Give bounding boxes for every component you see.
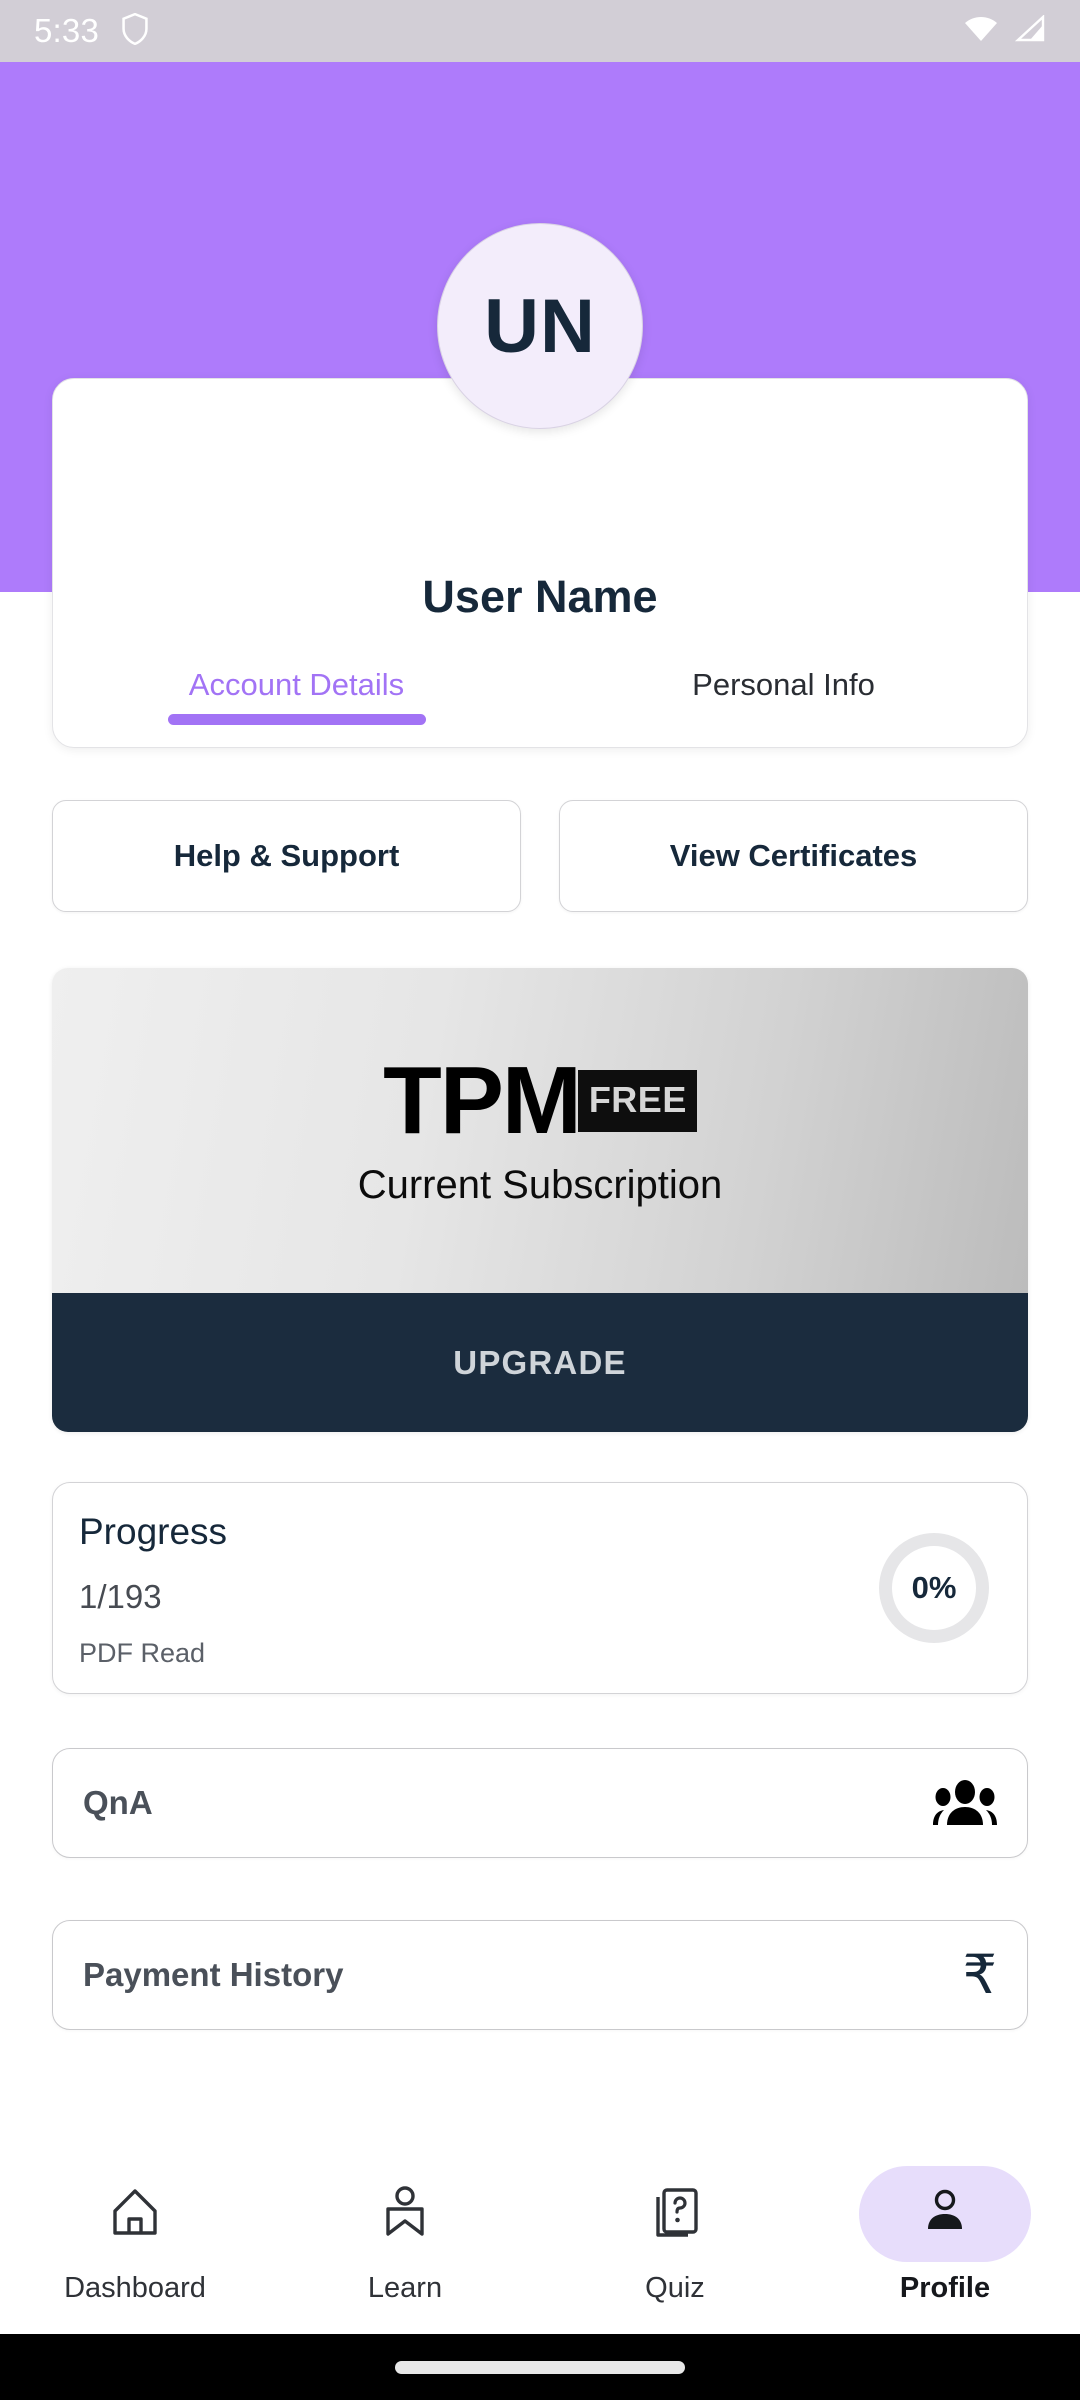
nav-pill-profile (859, 2166, 1031, 2262)
subscription-brand: TPM (383, 1047, 582, 1154)
subscription-brand-line: TPM FREE (383, 1053, 697, 1149)
plan-badge: FREE (577, 1070, 697, 1132)
rupee-icon: ₹ (962, 1945, 997, 2005)
tab-account-details[interactable]: Account Details (53, 667, 540, 725)
nav-label-profile: Profile (899, 2272, 991, 2304)
action-button-row: Help & Support View Certificates (52, 800, 1028, 912)
wifi-icon (964, 15, 998, 48)
nav-pill-learn (319, 2166, 491, 2262)
people-group-icon (933, 1780, 997, 1826)
qna-row[interactable]: QnA (52, 1748, 1028, 1858)
question-card-icon (648, 2185, 702, 2244)
gesture-handle[interactable] (395, 2360, 685, 2374)
subscription-card: TPM FREE Current Subscription UPGRADE (52, 968, 1028, 1432)
cellular-signal-icon (1014, 13, 1046, 48)
progress-title: Progress (79, 1511, 228, 1552)
nav-label-dashboard: Dashboard (64, 2272, 206, 2304)
profile-tabs: Account Details Personal Info (53, 667, 1027, 725)
status-bar: 5:33 (0, 0, 1080, 62)
nav-item-quiz[interactable]: Quiz (540, 2166, 810, 2305)
page-title: User Name (422, 571, 658, 622)
progress-count: 1/193 (79, 1578, 162, 1615)
status-time: 5:33 (34, 12, 100, 49)
progress-ring: 0% (879, 1533, 989, 1643)
avatar[interactable]: UN (437, 223, 643, 429)
view-certificates-button[interactable]: View Certificates (559, 800, 1028, 912)
bottom-navigation: Dashboard Learn Quiz Profile (0, 2144, 1080, 2334)
tab-personal-info[interactable]: Personal Info (540, 667, 1027, 725)
person-icon (920, 2187, 970, 2242)
home-icon (108, 2185, 162, 2244)
shield-icon (121, 12, 149, 50)
subscription-caption: Current Subscription (357, 1163, 723, 1207)
help-support-button[interactable]: Help & Support (52, 800, 521, 912)
upgrade-button[interactable]: UPGRADE (52, 1293, 1028, 1432)
tab-active-underline (167, 714, 426, 725)
nav-pill-dashboard (49, 2166, 221, 2262)
progress-subtitle: PDF Read (79, 1638, 206, 1668)
payment-history-row[interactable]: Payment History ₹ (52, 1920, 1028, 2030)
nav-item-profile[interactable]: Profile (810, 2166, 1080, 2305)
profile-card: User Name Account Details Personal Info (52, 378, 1028, 748)
status-bar-right (964, 13, 1046, 48)
app-screen: 5:33 User Name Account Details Personal … (0, 0, 1080, 2400)
qna-label: QnA (83, 1784, 153, 1821)
status-bar-left: 5:33 (34, 12, 149, 50)
progress-card[interactable]: Progress 1/193 PDF Read 0% (52, 1482, 1028, 1694)
nav-item-dashboard[interactable]: Dashboard (0, 2166, 270, 2305)
nav-item-learn[interactable]: Learn (270, 2166, 540, 2305)
subscription-card-body: TPM FREE Current Subscription (52, 968, 1028, 1293)
progress-percent-label: 0% (911, 1570, 957, 1605)
bookmark-person-icon (378, 2185, 432, 2244)
tab-account-details-label: Account Details (188, 667, 405, 702)
nav-label-learn: Learn (367, 2272, 443, 2304)
system-gesture-bar (0, 2334, 1080, 2400)
payment-history-label: Payment History (83, 1956, 344, 1993)
tab-personal-info-label: Personal Info (692, 667, 875, 702)
nav-label-quiz: Quiz (645, 2272, 705, 2304)
avatar-initials: UN (484, 283, 596, 369)
nav-pill-quiz (589, 2166, 761, 2262)
